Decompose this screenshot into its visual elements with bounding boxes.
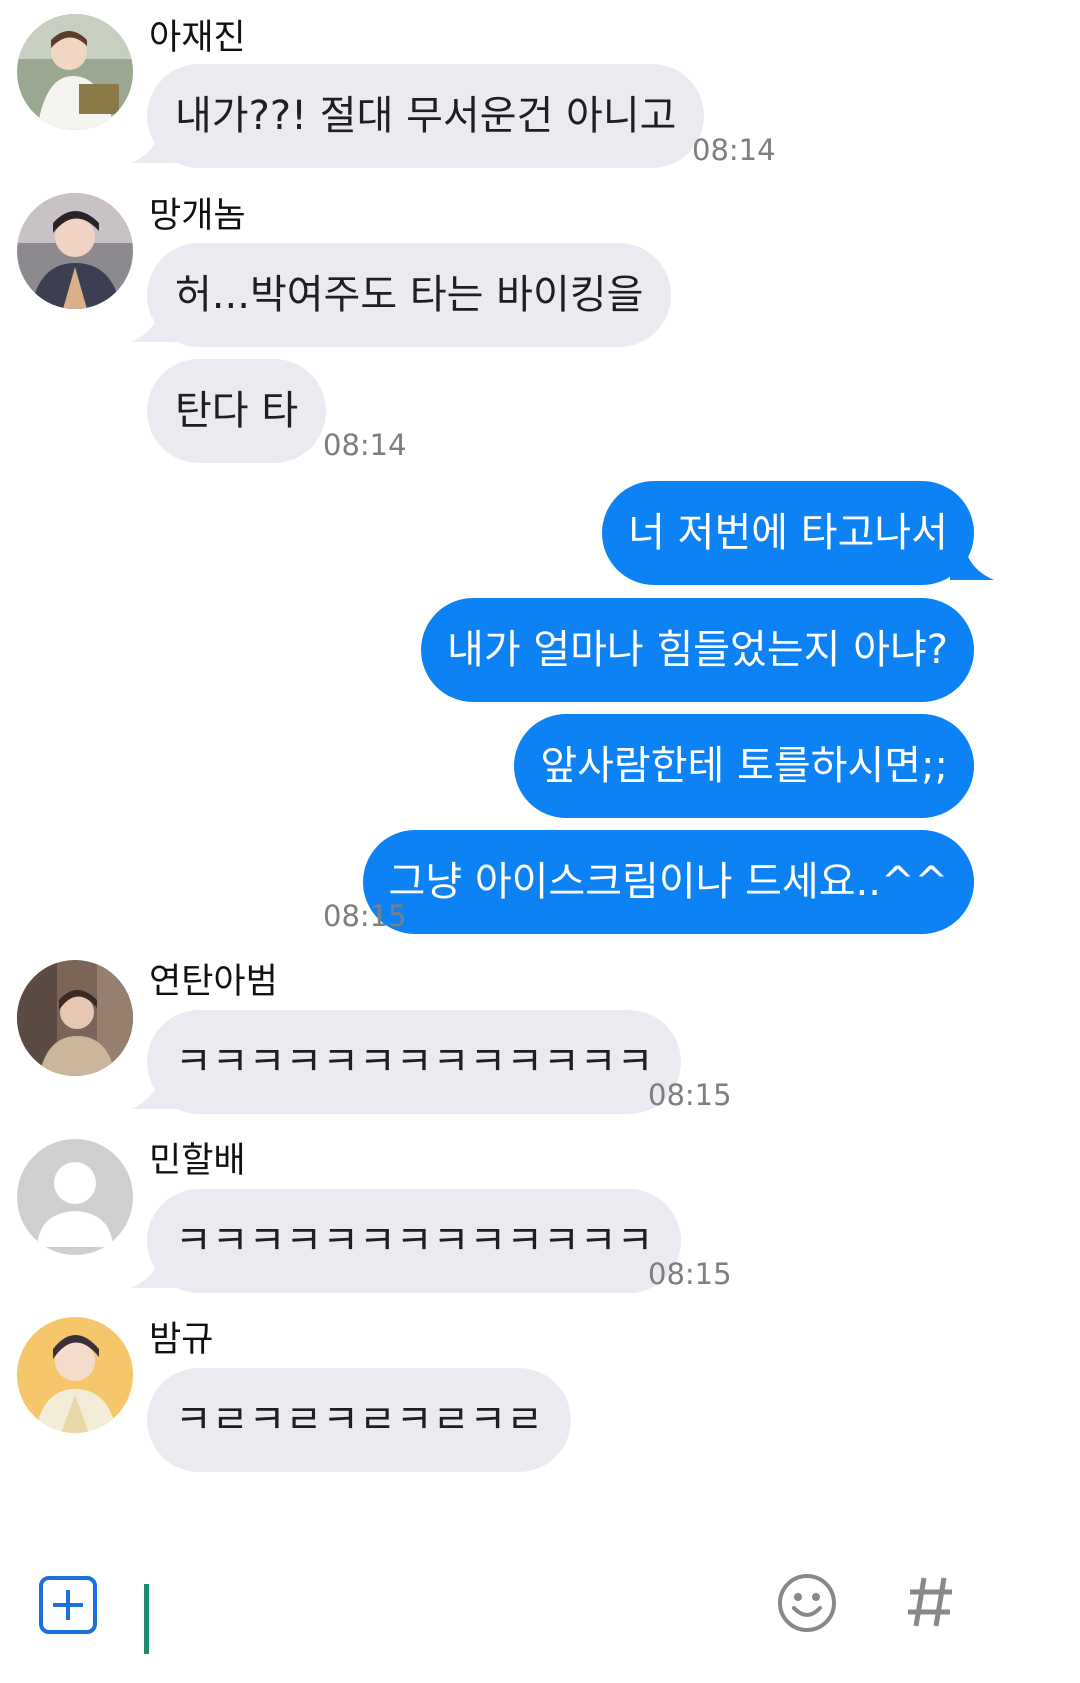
message-text: 허...박여주도 타는 바이킹을 <box>175 272 644 318</box>
plus-square-icon[interactable] <box>38 1575 98 1635</box>
chat-screen: 아재진 내가??! 절대 무서운건 아니고 08:14 망개놈 허...박여주도… <box>0 0 1080 1683</box>
profile-photo <box>17 193 133 309</box>
bubble-tail <box>131 129 175 163</box>
outgoing-message-bubble[interactable]: 그냥 아이스크림이나 드세요..^^ <box>362 830 974 934</box>
message-text: ㅋㄹㅋㄹㅋㄹㅋㄹㅋㄹ <box>175 1397 543 1443</box>
profile-photo <box>17 960 133 1076</box>
message-timestamp: 08:15 <box>323 899 407 933</box>
outgoing-message-bubble[interactable]: 너 저번에 타고나서 <box>602 481 974 585</box>
incoming-message-bubble[interactable]: 탄다 타 <box>147 359 327 463</box>
outgoing-message-bubble[interactable]: 앞사람한테 토를하시면;; <box>514 714 974 818</box>
avatar-bamgyu[interactable] <box>17 1317 133 1433</box>
profile-photo <box>17 1317 133 1433</box>
incoming-message-bubble[interactable]: ㅋㅋㅋㅋㅋㅋㅋㅋㅋㅋㅋㅋㅋ <box>147 1010 682 1114</box>
avatar-ajaejin[interactable] <box>17 14 133 130</box>
sender-name: 아재진 <box>149 18 246 58</box>
avatar-yeontanabeom[interactable] <box>17 960 133 1076</box>
message-text: ㅋㅋㅋㅋㅋㅋㅋㅋㅋㅋㅋㅋㅋ <box>175 1218 654 1264</box>
message-input-bar <box>0 1548 1080 1683</box>
incoming-message-bubble[interactable]: ㅋㄹㅋㄹㅋㄹㅋㄹㅋㄹ <box>147 1368 571 1472</box>
avatar-manggaenom[interactable] <box>17 193 133 309</box>
message-text: 탄다 타 <box>175 388 299 434</box>
bubble-tail <box>131 1254 175 1288</box>
sender-name: 망개놈 <box>149 196 246 236</box>
incoming-message-bubble[interactable]: ㅋㅋㅋㅋㅋㅋㅋㅋㅋㅋㅋㅋㅋ <box>147 1189 682 1293</box>
message-timestamp: 08:14 <box>323 428 407 462</box>
hashtag-icon[interactable] <box>906 1574 954 1630</box>
profile-photo <box>17 14 133 130</box>
bubble-tail <box>131 1075 175 1109</box>
incoming-message-bubble[interactable]: 허...박여주도 타는 바이킹을 <box>147 243 672 347</box>
smiley-icon[interactable] <box>776 1572 838 1634</box>
message-text: 너 저번에 타고나서 <box>628 510 948 556</box>
sender-name: 밤규 <box>149 1320 214 1360</box>
incoming-message-bubble[interactable]: 내가??! 절대 무서운건 아니고 <box>147 64 705 168</box>
avatar-minhalbae[interactable] <box>17 1139 133 1255</box>
message-list[interactable]: 아재진 내가??! 절대 무서운건 아니고 08:14 망개놈 허...박여주도… <box>0 0 1080 1548</box>
message-input-field[interactable] <box>144 1584 149 1654</box>
message-timestamp: 08:15 <box>648 1257 732 1291</box>
outgoing-message-bubble[interactable]: 내가 얼마나 힘들었는지 아냐? <box>421 598 974 702</box>
message-text: 내가 얼마나 힘들었는지 아냐? <box>447 627 948 673</box>
message-text: 앞사람한테 토를하시면;; <box>540 743 948 789</box>
sender-name: 민할배 <box>149 1141 246 1181</box>
bubble-tail <box>131 308 175 342</box>
message-text: ㅋㅋㅋㅋㅋㅋㅋㅋㅋㅋㅋㅋㅋ <box>175 1039 654 1085</box>
message-timestamp: 08:15 <box>648 1078 732 1112</box>
sender-name: 연탄아범 <box>149 962 278 1002</box>
message-timestamp: 08:14 <box>692 133 776 167</box>
message-text: 내가??! 절대 무서운건 아니고 <box>175 93 677 139</box>
default-profile-icon <box>17 1139 133 1255</box>
bubble-tail <box>950 546 994 580</box>
message-text: 그냥 아이스크림이나 드세요..^^ <box>388 859 949 905</box>
